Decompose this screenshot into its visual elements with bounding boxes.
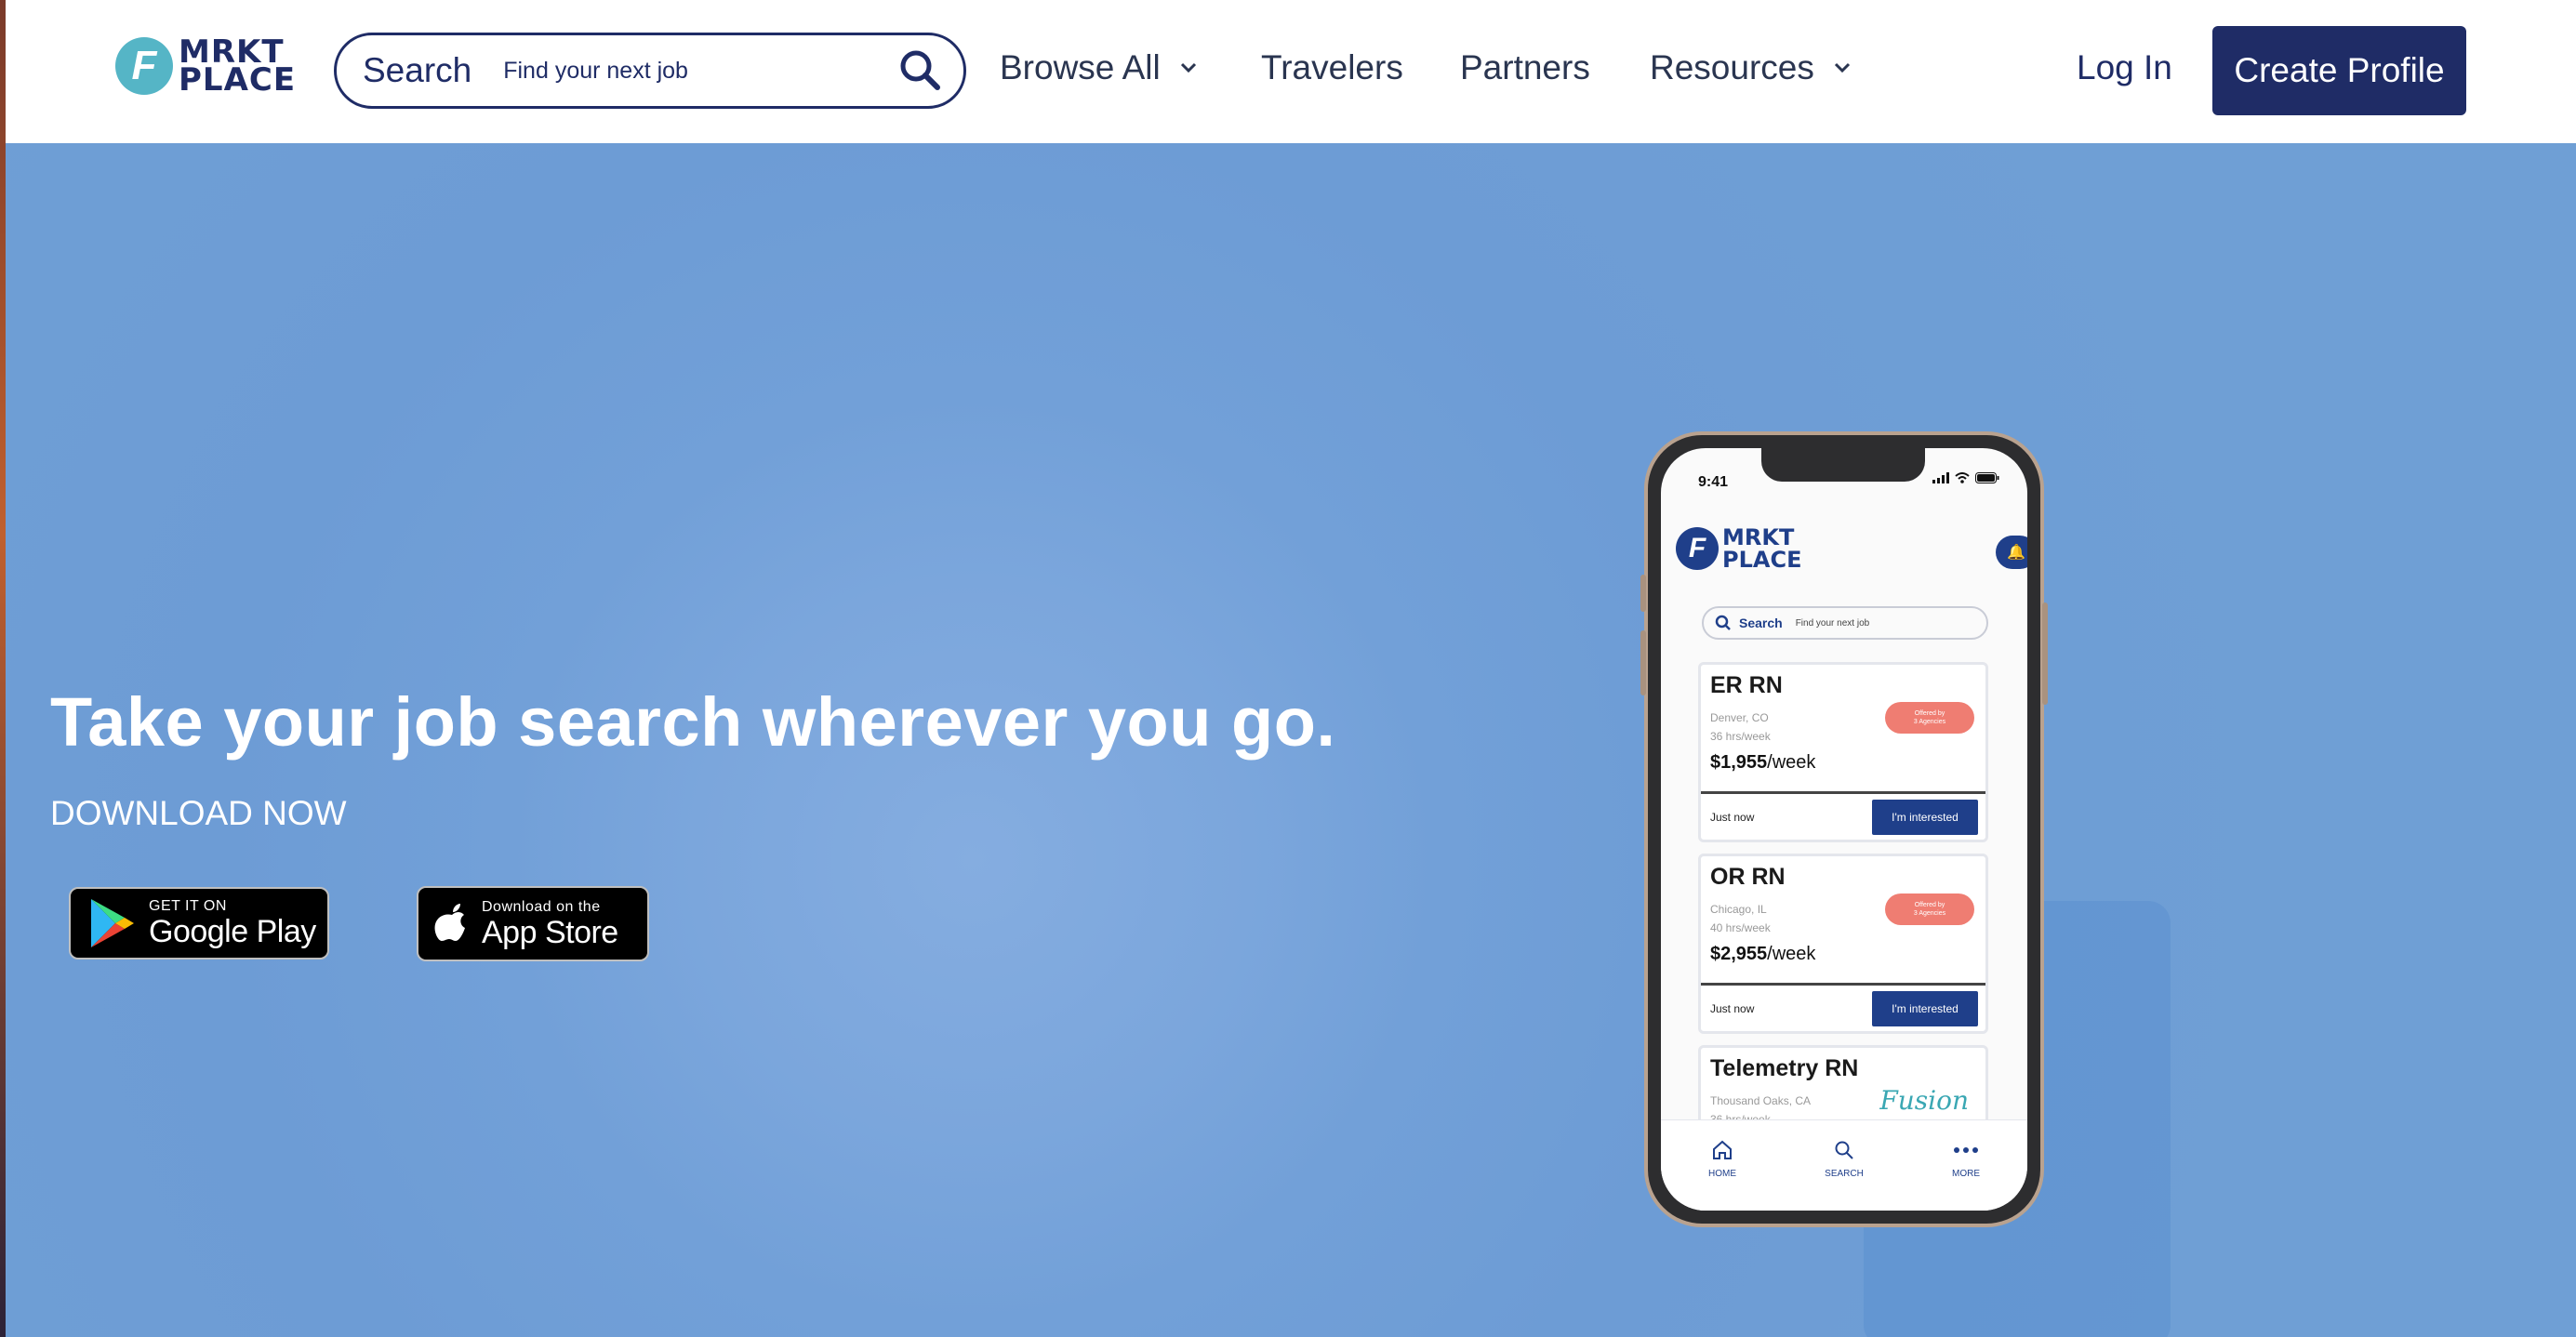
job-hours: 36 hrs/week: [1710, 730, 1771, 743]
tab-home-label: HOME: [1708, 1169, 1736, 1179]
job-title: ER RN: [1710, 672, 1783, 698]
job-pay-amount: $1,955: [1710, 752, 1768, 773]
phone-screen: 9:41 F MRKT PLACE 🔔 Search Find your nex…: [1661, 448, 2027, 1211]
login-link[interactable]: Log In: [2077, 48, 2172, 87]
create-profile-button[interactable]: Create Profile: [2212, 26, 2466, 115]
job-card: ER RN Denver, CO 36 hrs/week $1,955/week…: [1698, 662, 1988, 842]
app-search-label: Search: [1739, 616, 1783, 630]
site-logo[interactable]: F MRKT PLACE: [115, 36, 297, 99]
battery-icon: [1975, 472, 1999, 483]
tab-more: MORE: [1929, 1137, 2003, 1179]
app-logo-mark: F: [1676, 527, 1719, 570]
logo-mark: F: [115, 37, 173, 95]
app-store-big-text: App Store: [482, 914, 618, 950]
agencies-badge: Offered by 3 Agencies: [1885, 702, 1974, 734]
search-label: Search: [363, 51, 472, 89]
download-now-label: DOWNLOAD NOW: [50, 794, 347, 832]
app-logo-line-2: PLACE: [1722, 547, 1802, 573]
nav-browse-all-label: Browse All: [1000, 48, 1161, 86]
tab-home: HOME: [1685, 1137, 1759, 1179]
agency-logo: Fusion: [1879, 1085, 1969, 1116]
posted-time: Just now: [1710, 1002, 1755, 1015]
search-icon[interactable]: [896, 46, 943, 93]
search-input[interactable]: [503, 57, 895, 85]
job-card-footer: Just now I'm interested: [1701, 983, 1985, 1031]
app-store-small-text: Download on the: [482, 898, 601, 915]
search-bar[interactable]: Search: [334, 33, 966, 109]
home-icon: [1713, 1140, 1732, 1159]
phone-time: 9:41: [1698, 474, 1729, 490]
nav-browse-all[interactable]: Browse All: [1000, 48, 1198, 87]
app-logo-line-1: MRKT: [1722, 524, 1795, 550]
search-icon: [1715, 615, 1731, 630]
badge-line-1: Offered by: [1914, 902, 1945, 908]
nav-resources-label: Resources: [1650, 48, 1814, 86]
signal-icon: [1932, 472, 1949, 483]
bell-icon: 🔔: [1996, 536, 2027, 569]
app-logo-text: MRKT PLACE: [1722, 526, 1801, 571]
job-pay-amount: $2,955: [1710, 944, 1768, 964]
hero-section: Take your job search wherever you go. DO…: [6, 143, 2576, 1337]
app-search-bar: Search Find your next job: [1702, 606, 1988, 640]
interested-button: I'm interested: [1872, 800, 1978, 835]
posted-time: Just now: [1710, 811, 1755, 824]
logo-text: MRKT PLACE: [179, 36, 297, 99]
job-card: OR RN Chicago, IL 40 hrs/week $2,955/wee…: [1698, 854, 1988, 1034]
job-title: Telemetry RN: [1710, 1055, 1859, 1081]
nav-resources[interactable]: Resources: [1650, 48, 1852, 87]
nav-partners[interactable]: Partners: [1460, 48, 1590, 87]
job-location: Denver, CO: [1710, 711, 1769, 724]
hero-headline: Take your job search wherever you go.: [50, 683, 1336, 761]
app-logo: F MRKT PLACE: [1676, 526, 1801, 571]
phone-side-button: [1640, 575, 1646, 612]
job-card-footer: Just now I'm interested: [1701, 791, 1985, 840]
job-title: OR RN: [1710, 864, 1786, 890]
phone-side-button: [2042, 602, 2048, 705]
job-location: Chicago, IL: [1710, 903, 1767, 916]
app-store-button[interactable]: Download on the App Store: [417, 886, 649, 961]
logo-line-2: PLACE: [179, 61, 297, 99]
tab-more-label: MORE: [1952, 1169, 1980, 1179]
job-pay: $1,955/week: [1710, 752, 1815, 774]
badge-line-2: 3 Agencies: [1913, 719, 1946, 725]
nav-travelers[interactable]: Travelers: [1261, 48, 1403, 87]
google-play-icon: [91, 899, 134, 947]
phone-status-icons: [1932, 472, 1999, 483]
wifi-icon: [1955, 472, 1970, 483]
agencies-badge: Offered by 3 Agencies: [1885, 894, 1974, 925]
apple-icon: [434, 903, 465, 941]
search-icon: [1835, 1141, 1853, 1159]
top-nav: F MRKT PLACE Search Browse All Travelers…: [6, 0, 2576, 143]
job-hours: 40 hrs/week: [1710, 921, 1771, 934]
chevron-down-icon: [1180, 62, 1196, 73]
phone-mockup: 9:41 F MRKT PLACE 🔔 Search Find your nex…: [1640, 431, 2048, 1227]
tab-search-label: SEARCH: [1825, 1169, 1864, 1179]
phone-notch: [1761, 448, 1925, 482]
interested-button: I'm interested: [1872, 991, 1978, 1026]
chevron-down-icon: [1834, 62, 1850, 73]
job-pay: $2,955/week: [1710, 944, 1815, 965]
more-icon: [1954, 1147, 1978, 1153]
google-play-big-text: Google Play: [149, 914, 316, 949]
badge-line-1: Offered by: [1914, 710, 1945, 717]
app-search-placeholder: Find your next job: [1795, 617, 1870, 629]
badge-line-2: 3 Agencies: [1913, 910, 1946, 917]
tab-search: SEARCH: [1807, 1137, 1881, 1179]
job-location: Thousand Oaks, CA: [1710, 1094, 1812, 1107]
phone-side-button: [1640, 630, 1646, 695]
app-tab-bar: HOME SEARCH MORE: [1661, 1119, 2027, 1211]
job-pay-unit: /week: [1767, 752, 1816, 773]
google-play-button[interactable]: GET IT ON Google Play: [69, 887, 329, 960]
google-play-small-text: GET IT ON: [149, 898, 227, 914]
job-pay-unit: /week: [1767, 944, 1816, 964]
